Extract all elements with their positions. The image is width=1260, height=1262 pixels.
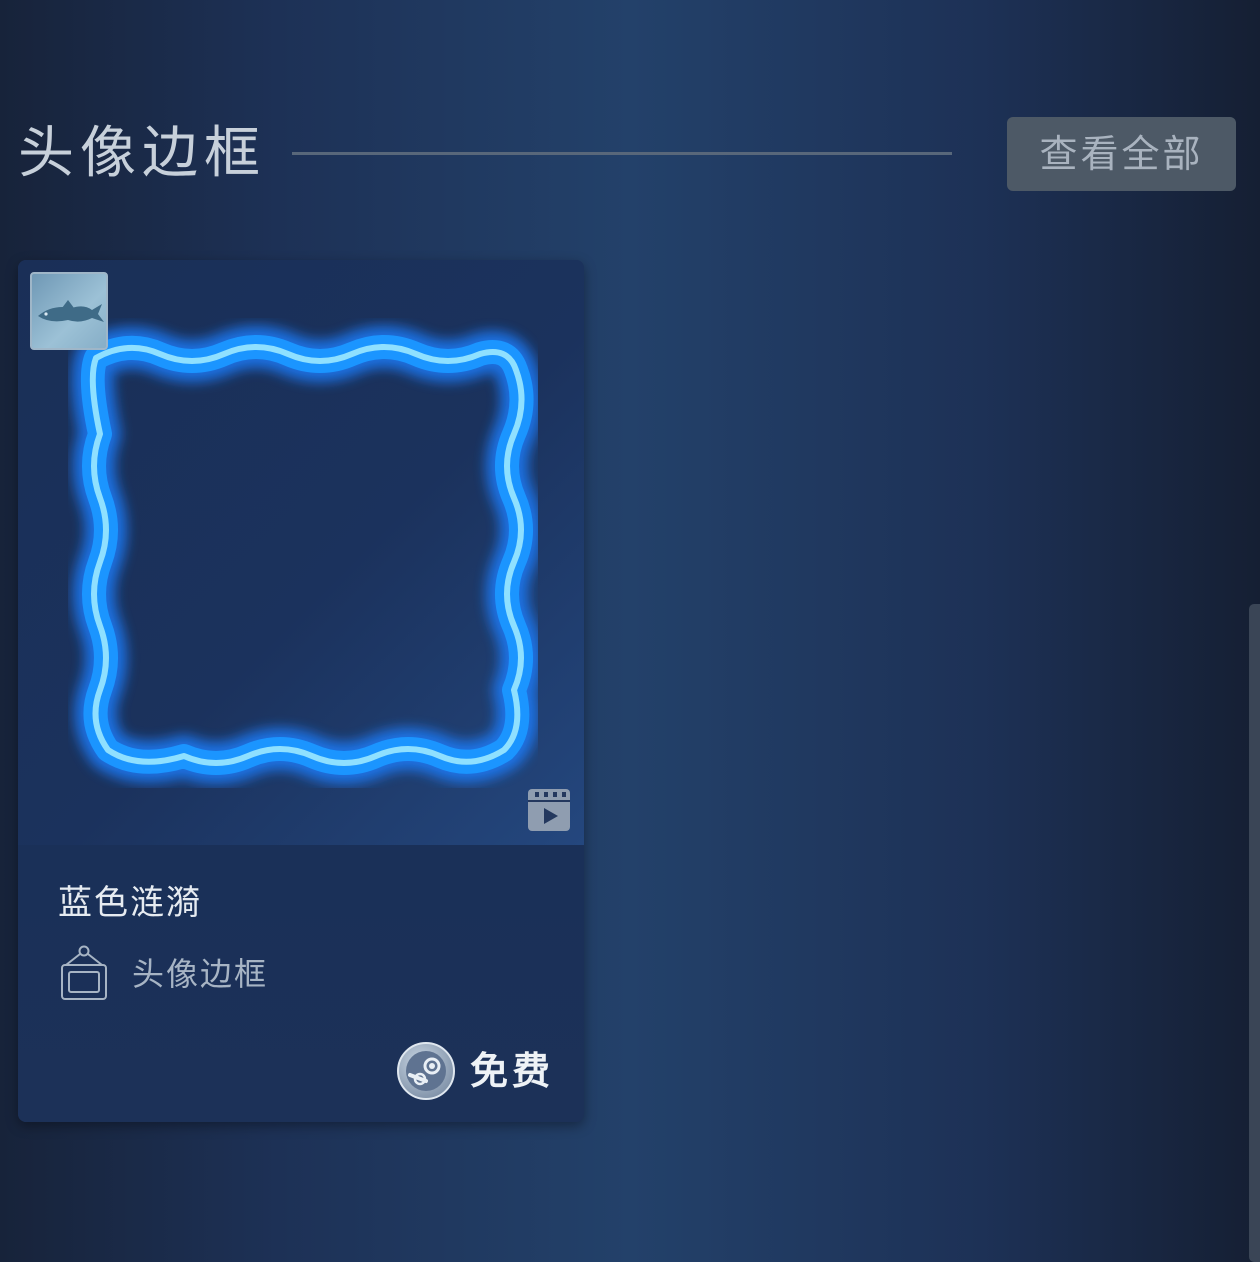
item-type-label: 头像边框 — [132, 955, 269, 993]
scrollbar[interactable] — [1249, 604, 1260, 1262]
item-price: 免费 — [470, 1049, 555, 1093]
avatar-frame-icon — [61, 945, 107, 1000]
steam-logo-icon — [397, 1042, 455, 1100]
item-card[interactable]: 蓝色涟漪 头像边框 免费 — [18, 260, 584, 1122]
fish-thumbnail — [30, 272, 108, 350]
item-info: 蓝色涟漪 头像边框 免费 — [18, 845, 584, 1122]
item-preview[interactable] — [18, 260, 584, 845]
title-divider — [292, 152, 952, 155]
view-all-button[interactable]: 查看全部 — [1007, 117, 1236, 191]
item-name[interactable]: 蓝色涟漪 — [58, 881, 202, 925]
video-clapper-icon — [528, 789, 570, 831]
section-title: 头像边框 — [18, 121, 266, 186]
section-header: 头像边框 查看全部 — [0, 0, 1260, 220]
avatar-frame-preview — [71, 326, 538, 784]
